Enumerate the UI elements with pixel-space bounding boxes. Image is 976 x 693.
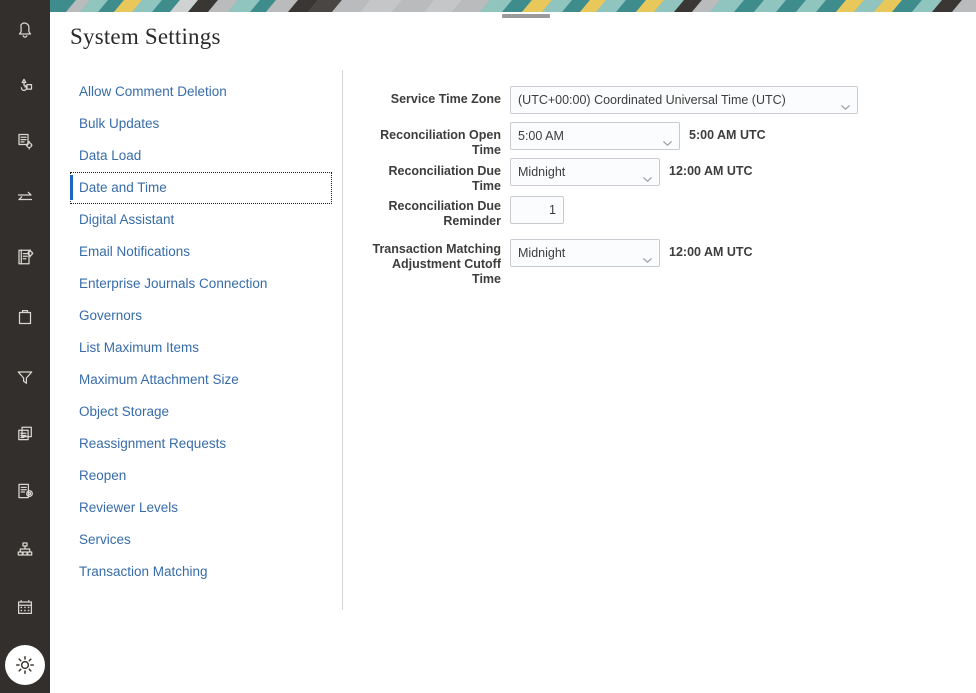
reconciliation-open-time-select[interactable]: 5:00 AM: [510, 122, 680, 150]
nav-item-label: List Maximum Items: [79, 340, 200, 356]
reassignment-icon[interactable]: [0, 66, 50, 104]
reconciliation-due-time-select-wrap: Midnight: [510, 158, 660, 186]
transaction-matching-cutoff-label-line1: Transaction Matching: [372, 242, 502, 256]
nav-item-date-and-time[interactable]: Date and Time: [70, 172, 332, 204]
nav-item-label: Reopen: [79, 468, 127, 484]
panel-divider: [342, 70, 343, 610]
system-settings-window: System Settings Allow Comment Deletion B…: [0, 0, 976, 693]
nav-item-reviewer-levels[interactable]: Reviewer Levels: [70, 492, 332, 524]
transaction-matching-cutoff-select[interactable]: Midnight: [510, 239, 660, 267]
reconciliation-due-reminder-input[interactable]: [510, 196, 564, 224]
nav-item-list-maximum-items[interactable]: List Maximum Items: [70, 332, 332, 364]
reconciliation-due-reminder-label-line1: Reconciliation Due: [388, 199, 501, 213]
reconciliation-open-time-label: Reconciliation Open Time: [380, 128, 501, 157]
nav-item-label: Digital Assistant: [79, 212, 175, 228]
decorative-banner: [50, 0, 976, 12]
service-time-zone-select-wrap: (UTC+00:00) Coordinated Universal Time (…: [510, 86, 858, 114]
reconciliation-open-time-utc-value: 5:00 AM UTC: [689, 128, 766, 142]
nav-item-label: Email Notifications: [79, 244, 191, 260]
service-time-zone-select[interactable]: (UTC+00:00) Coordinated Universal Time (…: [510, 86, 858, 114]
nav-item-email-notifications[interactable]: Email Notifications: [70, 236, 332, 268]
filter-funnel-icon[interactable]: [0, 358, 50, 396]
nav-item-transaction-matching[interactable]: Transaction Matching: [70, 556, 332, 588]
field-row-reconciliation-due-time: Reconciliation Due Time Midnight 12:00 A…: [360, 158, 753, 194]
calendar-icon[interactable]: [0, 588, 50, 626]
reconciliation-due-reminder-label: Reconciliation Due Reminder: [360, 196, 510, 229]
nav-item-label: Date and Time: [79, 180, 167, 196]
reconciliation-due-time-select[interactable]: Midnight: [510, 158, 660, 186]
gear-icon[interactable]: [5, 645, 45, 685]
nav-item-governors[interactable]: Governors: [70, 300, 332, 332]
nav-item-maximum-attachment-size[interactable]: Maximum Attachment Size: [70, 364, 332, 396]
nav-item-label: Governors: [79, 308, 143, 324]
service-time-zone-label: Service Time Zone: [390, 92, 501, 106]
transaction-matching-cutoff-label-line2: Adjustment Cutoff Time: [391, 257, 501, 286]
settings-nav-list: Allow Comment Deletion Bulk Updates Data…: [70, 76, 332, 588]
field-row-service-time-zone: Service Time Zone (UTC+00:00) Coordinate…: [360, 86, 858, 114]
field-row-transaction-matching-cutoff: Transaction Matching Adjustment Cutoff Ti…: [360, 239, 753, 287]
nav-item-enterprise-journals-connection[interactable]: Enterprise Journals Connection: [70, 268, 332, 300]
nav-item-services[interactable]: Services: [70, 524, 332, 556]
reconciliation-open-time-select-wrap: 5:00 AM: [510, 122, 680, 150]
hierarchy-icon[interactable]: [0, 530, 50, 568]
nav-item-label: Object Storage: [79, 404, 170, 420]
copy-documents-icon[interactable]: [0, 414, 50, 452]
transaction-matching-cutoff-select-wrap: Midnight: [510, 239, 660, 267]
clipboard-icon[interactable]: [0, 298, 50, 336]
document-settings-icon[interactable]: [0, 122, 50, 160]
nav-item-reassignment-requests[interactable]: Reassignment Requests: [70, 428, 332, 460]
transaction-matching-cutoff-label: Transaction Matching Adjustment Cutoff Ti…: [360, 239, 510, 287]
nav-item-label: Enterprise Journals Connection: [79, 276, 268, 292]
nav-item-object-storage[interactable]: Object Storage: [70, 396, 332, 428]
page-title: System Settings: [70, 24, 221, 49]
nav-item-data-load[interactable]: Data Load: [70, 140, 332, 172]
nav-item-digital-assistant[interactable]: Digital Assistant: [70, 204, 332, 236]
field-row-reconciliation-open-time: Reconciliation Open Time 5:00 AM 5:00 AM…: [360, 122, 766, 158]
list-settings-icon[interactable]: [0, 238, 50, 276]
document-view-icon[interactable]: [0, 472, 50, 510]
reconciliation-due-time-label: Reconciliation Due Time: [388, 164, 501, 193]
nav-item-label: Reviewer Levels: [79, 500, 179, 516]
nav-item-label: Maximum Attachment Size: [79, 372, 239, 388]
nav-item-label: Data Load: [79, 148, 142, 164]
window-drag-handle[interactable]: [502, 14, 550, 18]
nav-item-label: Transaction Matching: [79, 564, 208, 580]
bell-icon[interactable]: [0, 10, 50, 48]
nav-item-label: Allow Comment Deletion: [79, 84, 227, 100]
transfer-arrows-icon[interactable]: [0, 178, 50, 216]
nav-item-label: Services: [79, 532, 131, 548]
nav-item-allow-comment-deletion[interactable]: Allow Comment Deletion: [70, 76, 332, 108]
nav-item-label: Bulk Updates: [79, 116, 160, 132]
transaction-matching-cutoff-utc-value: 12:00 AM UTC: [669, 245, 753, 259]
reconciliation-due-time-utc-value: 12:00 AM UTC: [669, 164, 753, 178]
left-icon-rail: [0, 0, 50, 693]
field-row-reconciliation-due-reminder: Reconciliation Due Reminder: [360, 196, 564, 229]
reconciliation-due-reminder-label-line2: Reminder: [443, 214, 501, 228]
nav-item-reopen[interactable]: Reopen: [70, 460, 332, 492]
nav-item-bulk-updates[interactable]: Bulk Updates: [70, 108, 332, 140]
nav-item-label: Reassignment Requests: [79, 436, 227, 452]
